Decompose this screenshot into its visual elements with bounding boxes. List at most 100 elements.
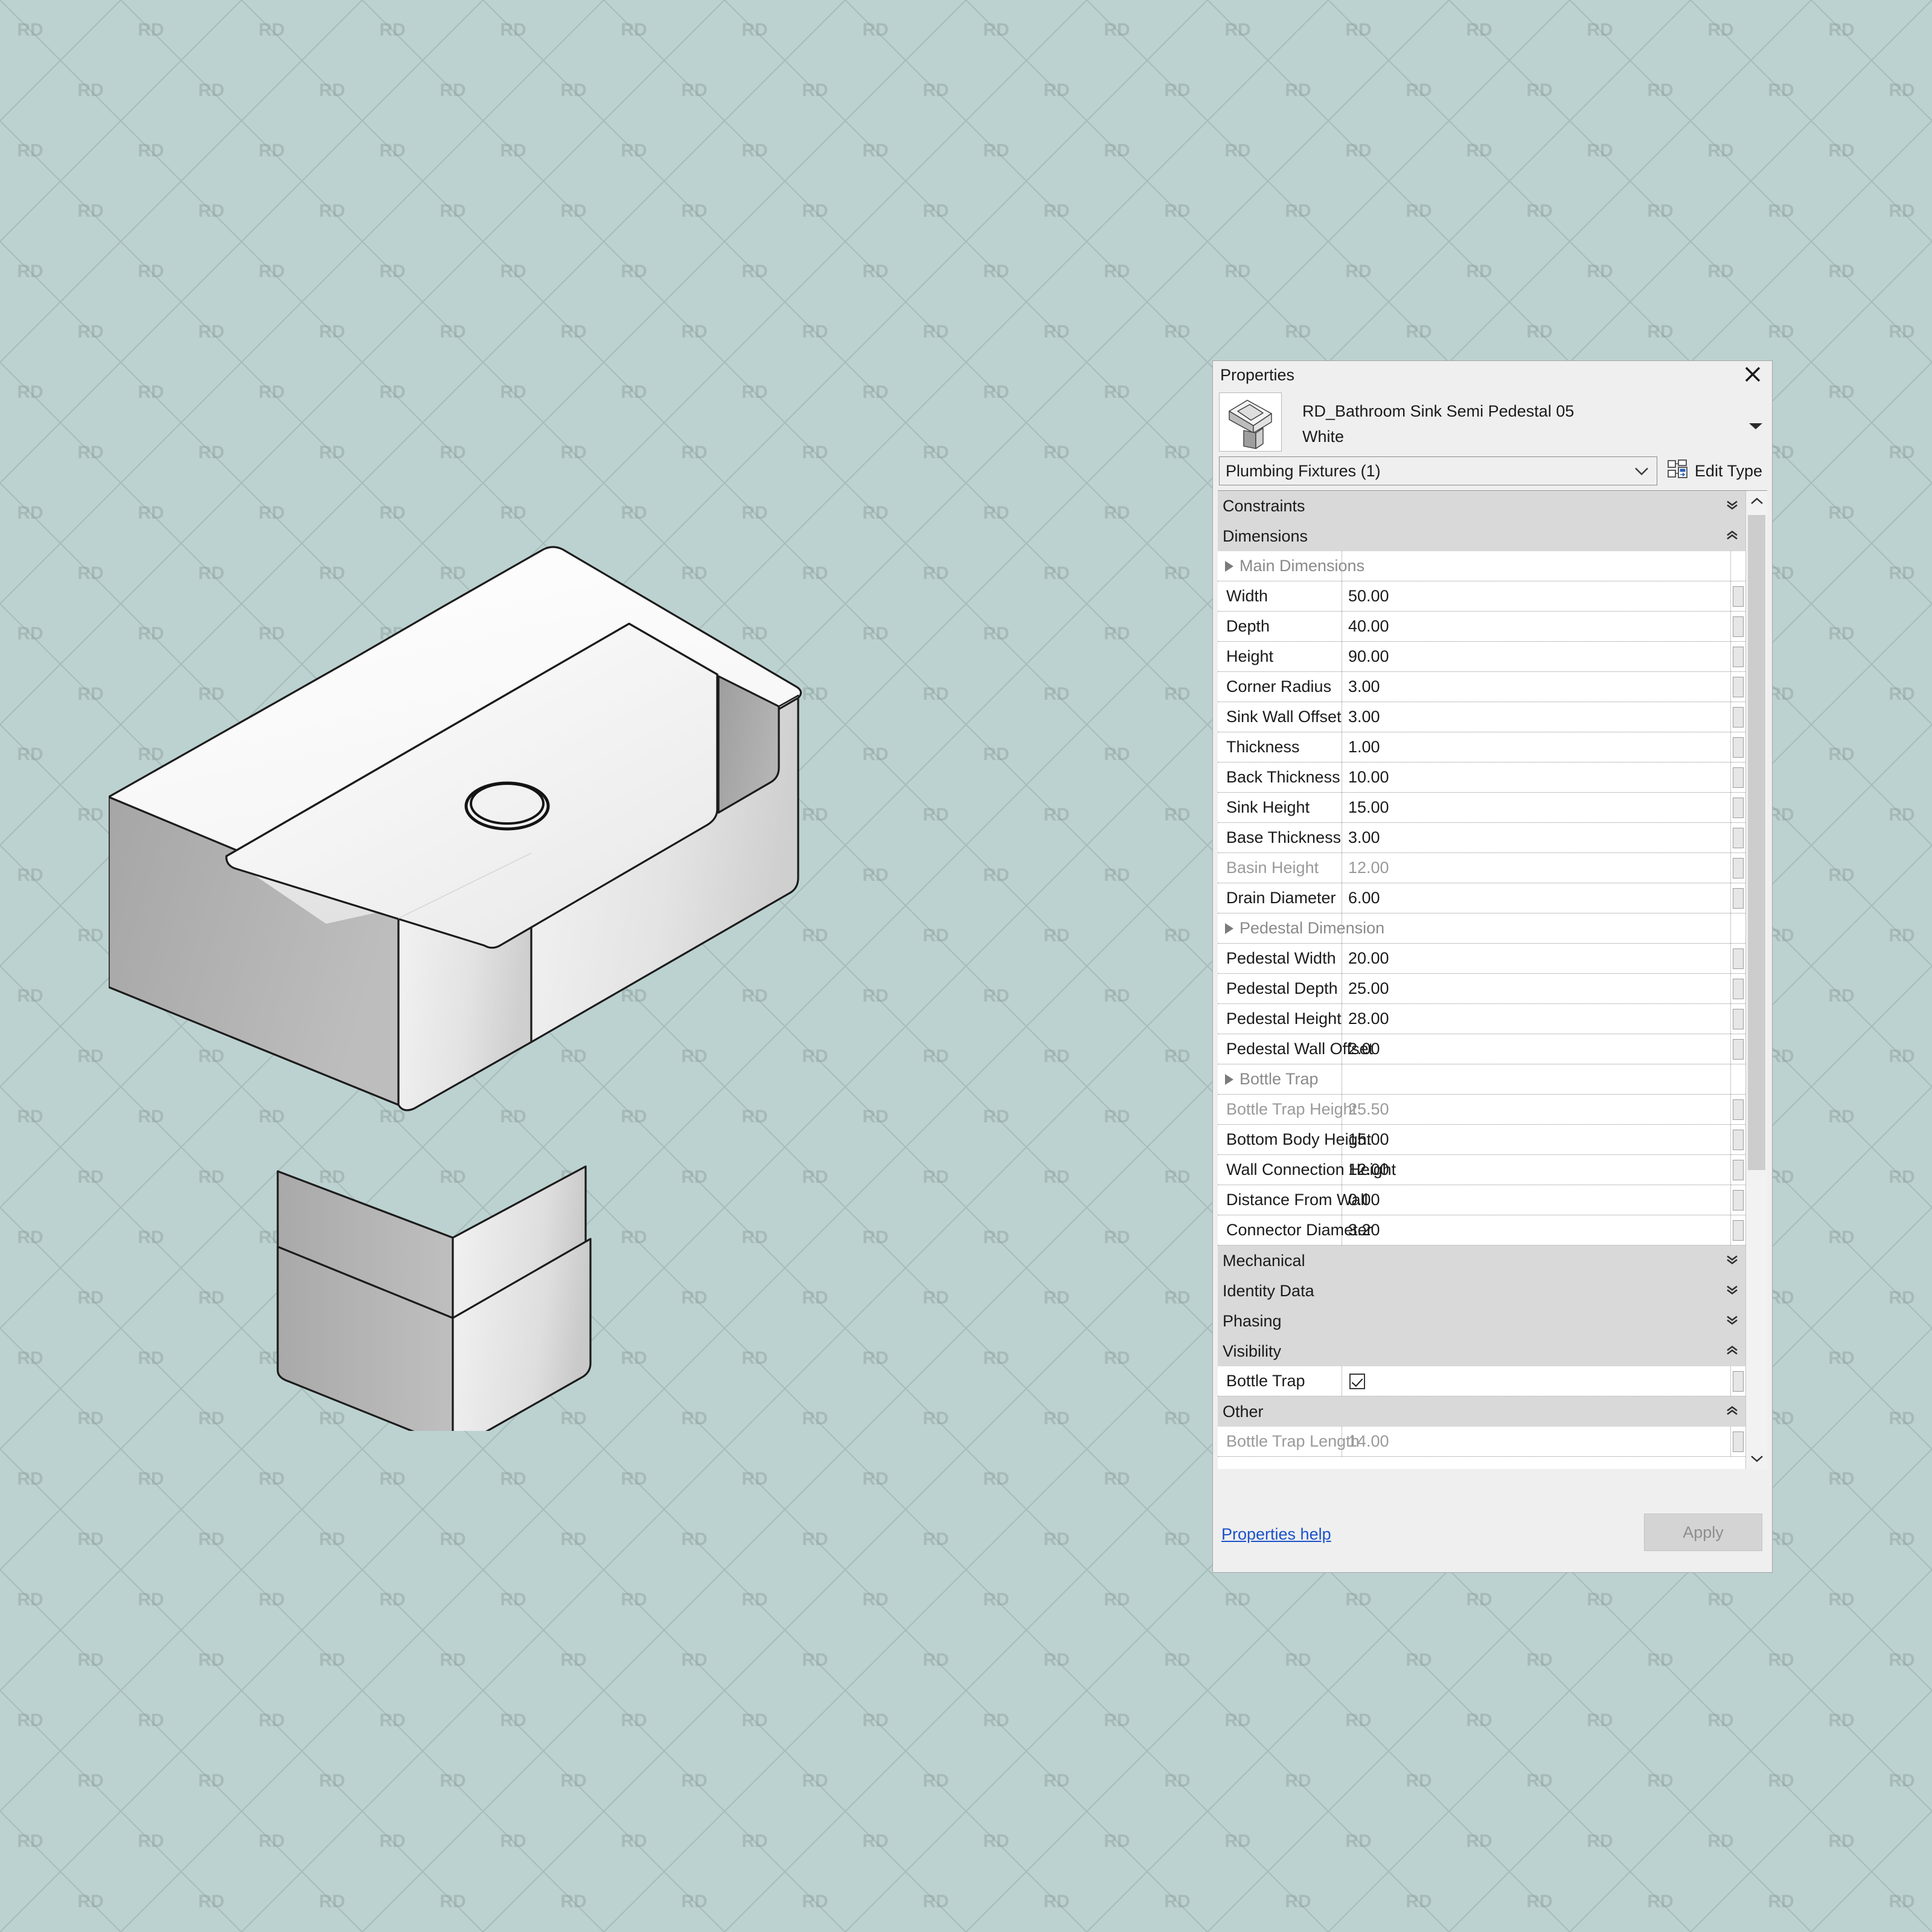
property-row[interactable]: Bottle Trap Length 14.00 — [1218, 1427, 1745, 1457]
property-value-cell[interactable] — [1342, 551, 1731, 581]
parameter-association-button[interactable] — [1733, 1129, 1744, 1150]
property-value-cell[interactable]: 28.00 — [1342, 1004, 1731, 1034]
property-value-cell[interactable]: 12.00 — [1342, 853, 1731, 883]
row-button-cell[interactable] — [1731, 1034, 1745, 1064]
property-row[interactable]: Thickness 1.00 — [1218, 732, 1745, 763]
row-button-cell[interactable] — [1731, 1215, 1745, 1245]
property-value-cell[interactable]: 15.00 — [1342, 793, 1731, 822]
property-value-cell[interactable]: 12.00 — [1342, 1155, 1731, 1185]
parameter-association-button[interactable] — [1733, 676, 1744, 697]
scrollbar-thumb[interactable] — [1748, 515, 1765, 1170]
parameter-association-button[interactable] — [1733, 646, 1744, 667]
property-row[interactable]: Pedestal Wall Offset 2.00 — [1218, 1034, 1745, 1064]
chevron-down-icon[interactable] — [1745, 392, 1766, 431]
property-group-other[interactable]: Other — [1218, 1396, 1745, 1427]
property-group-dimensions[interactable]: Dimensions — [1218, 521, 1745, 551]
category-select[interactable]: Plumbing Fixtures (1) — [1219, 456, 1657, 485]
parameter-association-button[interactable] — [1733, 616, 1744, 637]
row-button-cell[interactable] — [1731, 1155, 1745, 1185]
row-button-cell[interactable] — [1731, 1125, 1745, 1154]
property-row[interactable]: Sink Height 15.00 — [1218, 793, 1745, 823]
row-button-cell[interactable] — [1731, 883, 1745, 913]
property-row[interactable]: Pedestal Height 28.00 — [1218, 1004, 1745, 1034]
parameter-association-button[interactable] — [1733, 797, 1744, 818]
parameter-association-button[interactable] — [1733, 737, 1744, 758]
property-value-cell[interactable]: 25.50 — [1342, 1095, 1731, 1124]
property-group-mechanical[interactable]: Mechanical — [1218, 1246, 1745, 1276]
property-row[interactable]: Pedestal Width 20.00 — [1218, 944, 1745, 974]
property-value-cell[interactable]: 2.00 — [1342, 1034, 1731, 1064]
property-row[interactable]: Bottom Body Height 15.00 — [1218, 1125, 1745, 1155]
property-value-cell[interactable]: 3.00 — [1342, 702, 1731, 732]
parameter-association-button[interactable] — [1733, 1371, 1744, 1392]
property-row[interactable]: Width 50.00 — [1218, 581, 1745, 612]
property-value-cell[interactable]: 25.00 — [1342, 974, 1731, 1003]
row-button-cell[interactable] — [1731, 1366, 1745, 1396]
scroll-down-button[interactable] — [1746, 1448, 1767, 1469]
property-value-cell[interactable]: 14.00 — [1342, 1427, 1731, 1456]
parameter-association-button[interactable] — [1733, 1189, 1744, 1211]
row-button-cell[interactable] — [1731, 944, 1745, 973]
type-selector[interactable]: RD_Bathroom Sink Semi Pedestal 05 White — [1213, 389, 1772, 454]
row-button-cell[interactable] — [1731, 793, 1745, 822]
property-row[interactable]: Depth 40.00 — [1218, 612, 1745, 642]
row-button-cell[interactable] — [1731, 612, 1745, 641]
close-icon[interactable] — [1739, 362, 1766, 386]
row-button-cell[interactable] — [1731, 763, 1745, 792]
property-value-cell[interactable]: 3.20 — [1342, 1215, 1731, 1245]
scroll-up-button[interactable] — [1746, 491, 1767, 511]
parameter-association-button[interactable] — [1733, 1220, 1744, 1241]
property-row[interactable]: Sink Wall Offset 3.00 — [1218, 702, 1745, 732]
property-group-identity-data[interactable]: Identity Data — [1218, 1276, 1745, 1306]
property-value-cell[interactable]: 6.00 — [1342, 883, 1731, 913]
property-group-constraints[interactable]: Constraints — [1218, 491, 1745, 521]
property-row[interactable]: Back Thickness 10.00 — [1218, 763, 1745, 793]
property-value-cell[interactable]: 3.00 — [1342, 823, 1731, 852]
property-row[interactable]: Corner Radius 3.00 — [1218, 672, 1745, 702]
parameter-association-button[interactable] — [1733, 1008, 1744, 1029]
row-button-cell[interactable] — [1731, 1185, 1745, 1215]
property-row[interactable]: Pedestal Depth 25.00 — [1218, 974, 1745, 1004]
property-row[interactable]: Basin Height 12.00 — [1218, 853, 1745, 883]
property-value-cell[interactable]: 1.00 — [1342, 732, 1731, 762]
property-value-cell[interactable] — [1342, 1064, 1731, 1094]
expand-triangle-icon[interactable] — [1225, 923, 1233, 934]
property-value-cell[interactable]: 20.00 — [1342, 944, 1731, 973]
property-row[interactable]: Connector Diameter 3.20 — [1218, 1215, 1745, 1246]
row-button-cell[interactable] — [1731, 702, 1745, 732]
property-scrollbar[interactable] — [1745, 491, 1767, 1469]
parameter-association-button[interactable] — [1733, 978, 1744, 999]
property-value-cell[interactable]: 15.00 — [1342, 1125, 1731, 1154]
row-button-cell[interactable] — [1731, 642, 1745, 671]
parameter-association-button[interactable] — [1733, 706, 1744, 728]
expand-triangle-icon[interactable] — [1225, 1073, 1233, 1085]
property-row[interactable]: Wall Connection Height 12.00 — [1218, 1155, 1745, 1185]
parameter-association-button[interactable] — [1733, 827, 1744, 848]
row-button-cell[interactable] — [1731, 853, 1745, 883]
checkbox-bottle-trap[interactable] — [1349, 1373, 1365, 1389]
property-value-cell[interactable] — [1342, 1366, 1731, 1396]
row-button-cell[interactable] — [1731, 672, 1745, 702]
property-row[interactable]: Bottle Trap Height 25.50 — [1218, 1095, 1745, 1125]
property-value-cell[interactable]: 90.00 — [1342, 642, 1731, 671]
row-button-cell[interactable] — [1731, 1004, 1745, 1034]
edit-type-button[interactable]: Edit Type — [1667, 459, 1766, 484]
expand-triangle-icon[interactable] — [1225, 560, 1233, 572]
property-row[interactable]: Base Thickness 3.00 — [1218, 823, 1745, 853]
parameter-association-button[interactable] — [1733, 586, 1744, 607]
parameter-association-button[interactable] — [1733, 948, 1744, 969]
parameter-association-button[interactable] — [1733, 857, 1744, 878]
property-value-cell[interactable]: 0.00 — [1342, 1185, 1731, 1215]
parameter-association-button[interactable] — [1733, 888, 1744, 909]
parameter-association-button[interactable] — [1733, 1431, 1744, 1452]
apply-button[interactable]: Apply — [1644, 1514, 1762, 1551]
parameter-association-button[interactable] — [1733, 1159, 1744, 1180]
property-value-cell[interactable]: 40.00 — [1342, 612, 1731, 641]
property-value-cell[interactable]: 10.00 — [1342, 763, 1731, 792]
property-row[interactable]: Main Dimensions — [1218, 551, 1745, 581]
property-row[interactable]: Height 90.00 — [1218, 642, 1745, 672]
row-button-cell[interactable] — [1731, 1427, 1745, 1456]
parameter-association-button[interactable] — [1733, 767, 1744, 788]
properties-help-link[interactable]: Properties help — [1221, 1525, 1331, 1544]
row-button-cell[interactable] — [1731, 974, 1745, 1003]
